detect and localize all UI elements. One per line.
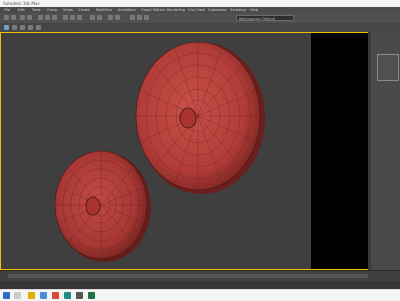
selection-tab-icon[interactable] [20, 25, 25, 30]
large-disc-object[interactable] [135, 41, 265, 194]
region-select-icon[interactable] [52, 15, 57, 20]
window-title: Autodesk 3ds Max [3, 1, 40, 6]
unlink-icon[interactable] [27, 15, 32, 20]
status-bar [0, 281, 400, 289]
select-by-name-icon[interactable] [45, 15, 50, 20]
3dsmax-icon[interactable] [64, 292, 71, 299]
material-editor-icon[interactable] [130, 15, 135, 20]
rotate-icon[interactable] [70, 15, 75, 20]
render-setup-icon[interactable] [137, 15, 142, 20]
windows-taskbar [0, 289, 400, 301]
select-icon[interactable] [38, 15, 43, 20]
move-icon[interactable] [63, 15, 68, 20]
excel-icon[interactable] [88, 292, 95, 299]
snap-icon[interactable] [90, 15, 95, 20]
windows-start-icon[interactable] [3, 292, 10, 299]
command-panel-slot[interactable] [377, 54, 399, 81]
window-titlebar: Autodesk 3ds Max [0, 0, 400, 7]
angle-snap-icon[interactable] [97, 15, 102, 20]
small-disc-object[interactable] [54, 150, 151, 262]
chrome-icon[interactable] [52, 292, 59, 299]
freeform-tab-icon[interactable] [12, 25, 17, 30]
scale-icon[interactable] [77, 15, 82, 20]
redo-icon[interactable] [11, 15, 16, 20]
link-icon[interactable] [20, 15, 25, 20]
modeling-tab-icon[interactable] [4, 25, 9, 30]
search-icon[interactable] [14, 292, 21, 299]
mirror-icon[interactable] [108, 15, 113, 20]
workspace-selector[interactable]: Workspaces: Default [236, 15, 294, 21]
time-slider-track[interactable] [8, 274, 368, 278]
command-panel [371, 32, 400, 270]
ribbon-strip [0, 23, 400, 32]
explorer-icon[interactable] [28, 292, 35, 299]
undo-icon[interactable] [4, 15, 9, 20]
populate-tab-icon[interactable] [36, 25, 41, 30]
render-icon[interactable] [144, 15, 149, 20]
scene-objects [54, 41, 265, 262]
main-toolbar: Workspaces: Default [0, 13, 400, 23]
align-icon[interactable] [115, 15, 120, 20]
object-paint-tab-icon[interactable] [28, 25, 33, 30]
edge-icon[interactable] [40, 292, 47, 299]
app-icon[interactable] [76, 292, 83, 299]
